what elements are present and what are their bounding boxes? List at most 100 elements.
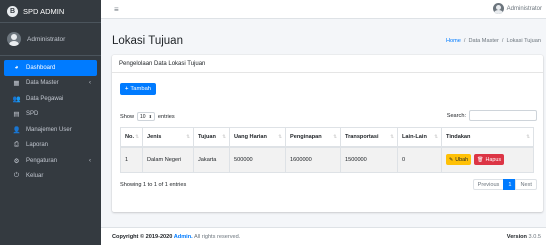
column-header-label: Jenis bbox=[147, 133, 162, 140]
copyright-suffix: All rights reserved. bbox=[192, 234, 241, 240]
copyright: Copyright © 2019-2020 Admin. All rights … bbox=[112, 234, 240, 240]
show-label: Show bbox=[120, 113, 134, 120]
column-header[interactable]: Tujuan ⇅ bbox=[193, 127, 230, 148]
sidebar-item-manajemen-user[interactable]: 👤 Manajemen User bbox=[4, 122, 97, 138]
delete-button[interactable]: 🗑 Hapus bbox=[474, 154, 505, 166]
table-cell: Dalam Negeri bbox=[142, 146, 194, 173]
table-cell: 500000 bbox=[229, 146, 286, 173]
sidebar-item-label: Keluar bbox=[26, 173, 44, 180]
breadcrumb-home[interactable]: Home bbox=[446, 38, 461, 44]
user-panel[interactable]: Administrator bbox=[0, 23, 101, 56]
add-button[interactable]: + Tambah bbox=[120, 83, 157, 95]
copyright-prefix: Copyright © 2019-2020 bbox=[112, 234, 174, 240]
table-cell: 1600000 bbox=[285, 146, 341, 173]
sidebar-item-keluar[interactable]: ⏻ Keluar bbox=[4, 169, 97, 185]
sidebar-item-data-master[interactable]: ▦ Data Master ‹ bbox=[4, 76, 97, 92]
sidebar-item-label: Data Master bbox=[26, 80, 59, 87]
sort-icon: ⇅ bbox=[526, 133, 530, 139]
column-header[interactable]: Uang Harian ⇅ bbox=[229, 127, 286, 148]
footer: Copyright © 2019-2020 Admin. All rights … bbox=[101, 227, 546, 245]
print-icon: ⎙ bbox=[13, 141, 20, 149]
column-header[interactable]: Lain-Lain ⇅ bbox=[397, 127, 442, 148]
sidebar-item-label: Laporan bbox=[26, 142, 49, 149]
footer-brand-link[interactable]: Admin. bbox=[174, 234, 193, 240]
add-button-label: Tambah bbox=[130, 86, 152, 92]
column-header[interactable]: No. ⇅ bbox=[120, 127, 143, 148]
top-navbar: ≡ Administrator bbox=[101, 0, 546, 19]
top-username: Administrator bbox=[506, 5, 542, 12]
table-cell: 1 bbox=[120, 146, 143, 173]
sort-icon: ⇅ bbox=[434, 133, 438, 139]
chevron-left-icon: ‹ bbox=[89, 80, 91, 87]
sidebar-nav: ◕ Dashboard ▦ Data Master ‹ 👥 Data Pegaw… bbox=[0, 56, 101, 184]
sidebar-item-data-pegawai[interactable]: 👥 Data Pegawai bbox=[4, 91, 97, 107]
breadcrumb: Home / Data Master / Lokasi Tujuan bbox=[446, 38, 541, 44]
edit-button-label: Ubah bbox=[455, 156, 469, 163]
plus-icon: + bbox=[125, 86, 129, 92]
sort-icon: ⇅ bbox=[278, 133, 282, 139]
search-box: Search: bbox=[447, 110, 537, 121]
breadcrumb-current: Lokasi Tujuan bbox=[506, 38, 541, 44]
user-menu[interactable]: Administrator bbox=[492, 3, 542, 14]
sidebar-item-spd[interactable]: ▤ SPD bbox=[4, 107, 97, 123]
brand-text: SPD ADMIN bbox=[23, 6, 65, 16]
version: Version 3.0.5 bbox=[507, 234, 541, 240]
previous-button[interactable]: Previous bbox=[472, 179, 505, 190]
sidebar-item-label: Dashboard bbox=[26, 64, 56, 71]
avatar bbox=[492, 3, 504, 14]
sidebar: B SPD ADMIN Administrator ◕ Dashboard ▦ … bbox=[0, 0, 101, 245]
sidebar-item-label: Pengaturan bbox=[26, 157, 58, 164]
column-header-label: Tindakan bbox=[446, 133, 471, 140]
sidebar-item-label: Data Pegawai bbox=[26, 95, 64, 102]
sort-icon: ⇅ bbox=[333, 133, 337, 139]
sort-icon: ⇅ bbox=[186, 133, 190, 139]
column-header[interactable]: Tindakan ⇅ bbox=[441, 127, 534, 148]
entries-select[interactable]: 10 ⬍ bbox=[137, 112, 155, 121]
user-avatar-icon bbox=[7, 32, 21, 46]
version-value: 3.0.5 bbox=[528, 234, 541, 240]
delete-button-label: Hapus bbox=[485, 156, 502, 163]
edit-button[interactable]: ✎ Ubah bbox=[446, 154, 472, 166]
pagination: Previous 1 Next bbox=[472, 179, 537, 190]
search-label: Search: bbox=[446, 112, 466, 119]
table-icon: ▦ bbox=[13, 80, 20, 88]
entries-value: 10 bbox=[140, 113, 146, 120]
column-header-label: Uang Harian bbox=[234, 133, 267, 140]
table-cell: Jakarta bbox=[193, 146, 230, 173]
sidebar-item-dashboard[interactable]: ◕ Dashboard bbox=[4, 60, 97, 76]
column-header-label: Tujuan bbox=[198, 133, 216, 140]
table-info: Showing 1 to 1 of 1 entries bbox=[120, 182, 187, 188]
column-header-label: No. bbox=[125, 133, 135, 140]
brand-link[interactable]: B SPD ADMIN bbox=[0, 0, 101, 23]
breadcrumb-data-master: Data Master bbox=[468, 38, 499, 44]
column-header[interactable]: Transportasi ⇅ bbox=[340, 127, 398, 148]
sidebar-item-pengaturan[interactable]: ⚙ Pengaturan ‹ bbox=[4, 153, 97, 169]
search-input[interactable] bbox=[469, 110, 537, 121]
menu-toggle-icon[interactable]: ≡ bbox=[114, 5, 119, 14]
actions-cell: ✎ Ubah 🗑 Hapus bbox=[441, 146, 534, 173]
sidebar-item-label: Manajemen User bbox=[26, 126, 72, 133]
next-button[interactable]: Next bbox=[515, 179, 537, 190]
column-header-label: Penginapan bbox=[290, 133, 322, 140]
table-cell: 0 bbox=[397, 146, 442, 173]
sidebar-item-laporan[interactable]: ⎙ Laporan bbox=[4, 138, 97, 154]
file-icon: ▤ bbox=[13, 111, 20, 119]
user-panel-name: Administrator bbox=[27, 35, 66, 43]
column-header[interactable]: Penginapan ⇅ bbox=[285, 127, 341, 148]
power-icon: ⏻ bbox=[13, 172, 20, 180]
sort-icon: ⇅ bbox=[390, 133, 394, 139]
page-title: Lokasi Tujuan bbox=[112, 35, 183, 47]
table-cell: 1500000 bbox=[340, 146, 398, 173]
breadcrumb-separator: / bbox=[463, 38, 466, 44]
data-card: Pengelolaan Data Lokasi Tujuan + Tambah … bbox=[112, 55, 543, 212]
column-header-label: Lain-Lain bbox=[402, 133, 427, 140]
sort-icon: ⇅ bbox=[222, 133, 226, 139]
chevron-updown-icon: ⬍ bbox=[148, 114, 152, 119]
sidebar-item-label: SPD bbox=[26, 111, 39, 118]
card-title: Pengelolaan Data Lokasi Tujuan bbox=[112, 55, 543, 73]
entries-label: entries bbox=[157, 113, 175, 120]
column-header[interactable]: Jenis ⇅ bbox=[142, 127, 194, 148]
user-icon: 👤 bbox=[12, 126, 21, 134]
table-header-row: No. ⇅ Jenis ⇅ Tujuan ⇅ Uang Harian ⇅ Pengina… bbox=[120, 127, 534, 148]
trash-icon: 🗑 bbox=[477, 156, 484, 163]
